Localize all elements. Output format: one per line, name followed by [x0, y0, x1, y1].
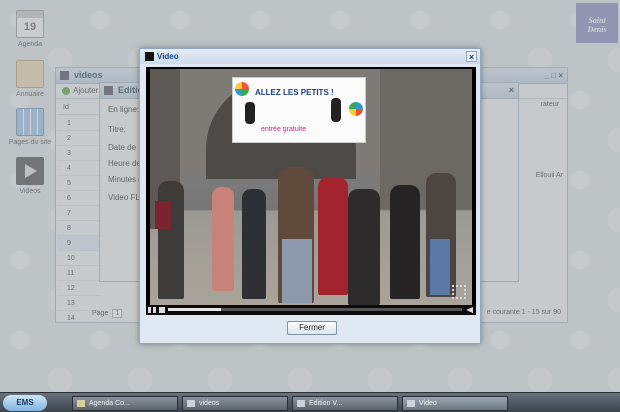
player-controls: [146, 305, 476, 315]
pause-icon-bar: [153, 307, 156, 313]
video-player[interactable]: ALLEZ LES PETITS ! entrée gratuite: [146, 67, 476, 315]
fullscreen-icon[interactable]: [452, 285, 466, 299]
seek-bar-progress: [168, 308, 221, 311]
taskbar-item-video[interactable]: Video: [402, 396, 508, 411]
taskbar-item-label: Edition V...: [309, 400, 343, 407]
taskbar-item-label: videos: [199, 400, 220, 407]
event-banner: ALLEZ LES PETITS ! entrée gratuite: [232, 77, 366, 143]
video-dialog-title: Video: [157, 52, 179, 61]
taskbar-item-edition[interactable]: Edition V...: [292, 396, 398, 411]
window-icon: [187, 400, 195, 407]
stop-icon[interactable]: [159, 307, 165, 313]
close-button[interactable]: ×: [466, 51, 477, 62]
banner-subtitle: entrée gratuite: [261, 126, 307, 133]
window-icon: [407, 400, 415, 407]
video-dialog-titlebar[interactable]: Video ×: [140, 49, 480, 64]
desktop: 19 Agenda Annuaire Pages du site Videos …: [0, 0, 620, 392]
folder-icon: [77, 400, 85, 407]
pause-icon[interactable]: [148, 307, 151, 313]
taskbar-item-label: Agenda Co...: [89, 400, 130, 407]
start-button[interactable]: EMS: [3, 395, 47, 411]
video-frame: ALLEZ LES PETITS ! entrée gratuite: [150, 69, 472, 305]
taskbar-item-agenda[interactable]: Agenda Co...: [72, 396, 178, 411]
close-dialog-button[interactable]: Fermer: [287, 321, 337, 335]
volume-icon[interactable]: [466, 307, 473, 313]
window-icon: [297, 400, 305, 407]
banner-title: ALLEZ LES PETITS !: [255, 88, 334, 97]
taskbar: EMS Agenda Co... videos Edition V... Vid…: [0, 392, 620, 412]
taskbar-item-label: Video: [419, 400, 437, 407]
video-dialog[interactable]: Video × ALLEZ LES PETITS ! entrée gratui…: [139, 48, 481, 344]
film-icon: [145, 52, 154, 61]
taskbar-item-videos[interactable]: videos: [182, 396, 288, 411]
seek-bar[interactable]: [168, 308, 462, 311]
